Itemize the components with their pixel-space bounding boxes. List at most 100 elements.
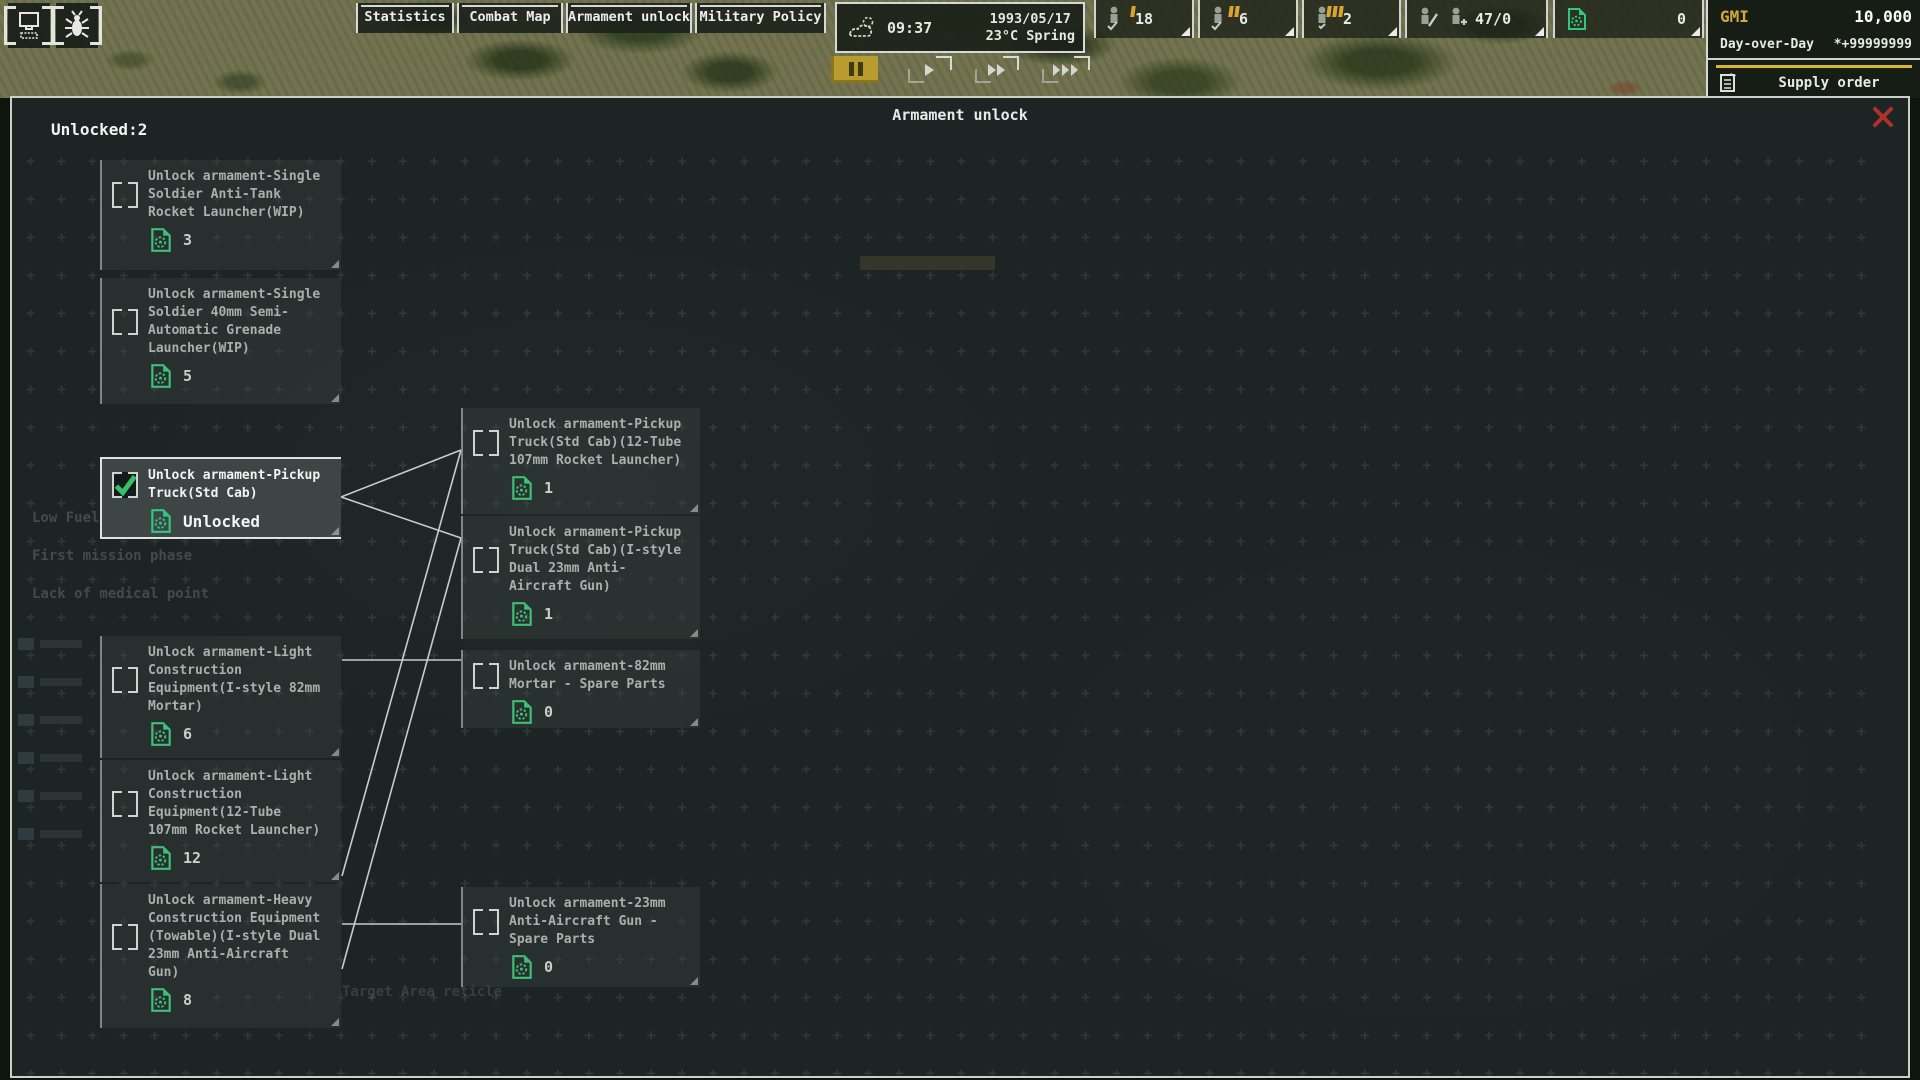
card-title: Unlock armament-Heavy Construction Equip… <box>148 892 320 982</box>
counter-value: 18 <box>1135 10 1153 28</box>
finance-panel: GMI 10,000 Day-over-Day *+99999999 Suppl… <box>1706 0 1920 98</box>
divider <box>1708 58 1920 60</box>
blueprint-icon <box>509 475 535 501</box>
card-title: Unlock armament-Single Soldier 40mm Semi… <box>148 286 320 358</box>
card-cost: 6 <box>183 725 192 743</box>
card-title: Unlock armament-82mm Mortar - Spare Part… <box>509 658 666 694</box>
fast-forward-button[interactable] <box>975 56 1019 83</box>
unlock-card-truck-aa-gun[interactable]: Unlock armament-Pickup Truck(Std Cab)(I-… <box>461 516 700 639</box>
card-checkbox <box>112 667 138 693</box>
close-icon[interactable] <box>1872 106 1894 128</box>
card-cost: 0 <box>544 703 553 721</box>
unlock-card-heavy-construction-aa[interactable]: Unlock armament-Heavy Construction Equip… <box>100 884 341 1028</box>
counter-value: 6 <box>1239 10 1248 28</box>
blueprint-icon <box>148 721 174 747</box>
resize-grip-icon <box>331 260 339 268</box>
unlock-card-grenade-launcher[interactable]: Unlock armament-Single Soldier 40mm Semi… <box>100 278 341 404</box>
clock-temp-season: 23°C Spring <box>986 28 1075 45</box>
card-checkbox <box>112 924 138 950</box>
armed-soldier-icon <box>1417 6 1439 32</box>
card-cost: 3 <box>183 231 192 249</box>
pause-button[interactable] <box>831 56 878 83</box>
blueprint-icon <box>1565 7 1589 31</box>
resize-grip-icon <box>331 748 339 756</box>
weather-icon <box>845 13 879 43</box>
check-icon <box>112 472 138 498</box>
unlocked-counter: Unlocked:2 <box>51 120 147 139</box>
card-cost: 1 <box>544 605 553 623</box>
card-title: Unlock armament-Pickup Truck(Std Cab) <box>148 467 320 503</box>
system-menu-button[interactable] <box>8 3 50 48</box>
card-title: Unlock armament-Light Construction Equip… <box>148 644 320 716</box>
counter-blueprints[interactable]: 0 <box>1553 0 1704 38</box>
supply-order-button[interactable]: Supply order <box>1708 68 1920 98</box>
fastest-forward-button[interactable] <box>1042 56 1090 83</box>
counter-squads[interactable]: 47/0 <box>1405 0 1548 38</box>
counter-tier2-soldiers[interactable]: 6 <box>1198 0 1298 38</box>
blueprint-icon <box>148 508 174 534</box>
card-checkbox <box>473 430 499 456</box>
card-checkbox <box>473 547 499 573</box>
card-checkbox-checked <box>112 472 138 498</box>
counter-value: 2 <box>1343 10 1352 28</box>
counter-value: 47/0 <box>1475 10 1511 28</box>
card-checkbox <box>112 791 138 817</box>
unlock-card-truck-rocket-launcher[interactable]: Unlock armament-Pickup Truck(Std Cab)(12… <box>461 408 700 514</box>
unlock-card-pickup-truck[interactable]: Unlock armament-Pickup Truck(Std Cab) Un… <box>100 457 341 539</box>
card-checkbox <box>473 663 499 689</box>
card-cost: 5 <box>183 367 192 385</box>
clock-date: 1993/05/17 <box>986 11 1075 28</box>
bug-icon <box>62 10 92 42</box>
card-cost: 1 <box>544 479 553 497</box>
play-icon <box>924 63 936 77</box>
clock-time: 09:37 <box>887 19 932 37</box>
fast-forward-icon <box>987 63 1007 77</box>
card-checkbox <box>473 909 499 935</box>
resize-grip-icon <box>690 629 698 637</box>
currency-amount: 10,000 <box>1854 7 1912 26</box>
card-cost: 8 <box>183 991 192 1009</box>
unlock-card-light-construction-rocket[interactable]: Unlock armament-Light Construction Equip… <box>100 760 341 882</box>
counter-value: 0 <box>1677 10 1686 28</box>
card-title: Unlock armament-Light Construction Equip… <box>148 768 320 840</box>
blueprint-icon <box>148 363 174 389</box>
resize-grip-icon <box>331 527 339 535</box>
card-cost: 0 <box>544 958 553 976</box>
tab-statistics[interactable]: Statistics <box>356 3 454 33</box>
card-title: Unlock armament-Pickup Truck(Std Cab)(I-… <box>509 524 681 596</box>
play-button[interactable] <box>908 56 952 83</box>
supply-order-icon <box>1718 72 1738 94</box>
tab-military-policy[interactable]: Military Policy <box>695 3 826 33</box>
clock-panel: 09:37 1993/05/17 23°C Spring <box>835 2 1085 53</box>
tab-armament-unlock[interactable]: Armament unlock <box>566 3 692 33</box>
resize-grip-icon <box>690 504 698 512</box>
modal-title: Armament unlock <box>12 106 1908 124</box>
reserve-soldier-icon <box>1446 6 1468 32</box>
soldier-rank1-icon <box>1106 6 1128 32</box>
resize-grip-icon <box>331 1018 339 1026</box>
unlock-card-aa-spare-parts[interactable]: Unlock armament-23mm Anti-Aircraft Gun -… <box>461 887 700 987</box>
card-cost: 12 <box>183 849 201 867</box>
blueprint-icon <box>148 845 174 871</box>
pause-icon <box>849 62 854 76</box>
counter-tier1-soldiers[interactable]: 18 <box>1094 0 1194 38</box>
blueprint-icon <box>509 699 535 725</box>
counter-tier3-soldiers[interactable]: 2 <box>1302 0 1401 38</box>
currency-label: GMI <box>1720 7 1749 26</box>
day-over-day-value: *+99999999 <box>1834 37 1912 52</box>
unlock-card-light-construction-mortar[interactable]: Unlock armament-Light Construction Equip… <box>100 636 341 758</box>
blueprint-icon <box>148 227 174 253</box>
blueprint-icon <box>148 987 174 1013</box>
card-checkbox <box>112 182 138 208</box>
tab-combat-map[interactable]: Combat Map <box>457 3 563 33</box>
debug-menu-button[interactable] <box>56 3 98 48</box>
blueprint-icon <box>509 954 535 980</box>
resize-grip-icon <box>690 718 698 726</box>
soldier-rank3-icon <box>1314 6 1336 32</box>
game-screen: Statistics Combat Map Armament unlock Mi… <box>0 0 1920 1080</box>
card-title: Unlock armament-23mm Anti-Aircraft Gun -… <box>509 895 666 949</box>
unlock-card-mortar-spare-parts[interactable]: Unlock armament-82mm Mortar - Spare Part… <box>461 650 700 728</box>
resize-grip-icon <box>331 394 339 402</box>
unlock-card-at-rocket-launcher[interactable]: Unlock armament-Single Soldier Anti-Tank… <box>100 160 341 270</box>
card-title: Unlock armament-Pickup Truck(Std Cab)(12… <box>509 416 681 470</box>
